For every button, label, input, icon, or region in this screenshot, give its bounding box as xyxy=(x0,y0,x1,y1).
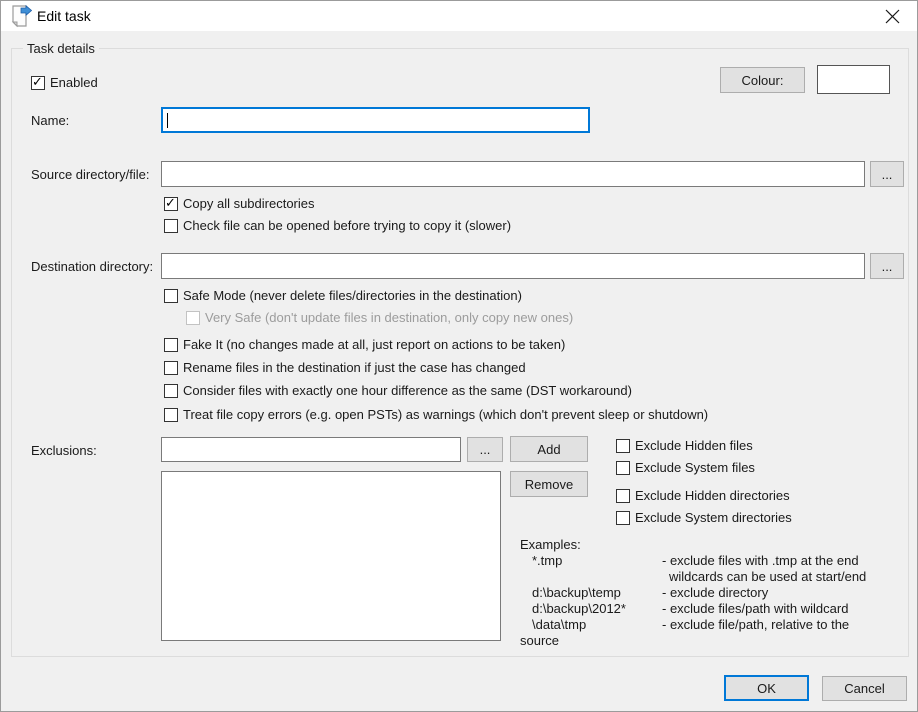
source-browse-button[interactable]: ... xyxy=(870,161,904,187)
text-caret xyxy=(167,113,168,128)
window-title: Edit task xyxy=(37,8,91,24)
checkbox-box xyxy=(164,288,178,303)
checkbox-box xyxy=(164,407,178,422)
name-input[interactable] xyxy=(161,107,590,133)
example-wrap-footer: source xyxy=(520,633,560,648)
checkbox-box xyxy=(186,310,200,325)
cancel-button[interactable]: Cancel xyxy=(822,676,907,701)
checkbox-box xyxy=(164,218,178,233)
example-row: d:\backup\temp - exclude directory xyxy=(532,585,769,600)
example-row: *.tmp - exclude files with .tmp at the en… xyxy=(532,553,859,568)
examples-title: Examples: xyxy=(520,537,581,552)
titlebar: Edit task xyxy=(1,1,917,31)
exclusions-browse-button[interactable]: ... xyxy=(467,437,503,462)
check-file-openable-checkbox[interactable]: Check file can be opened before trying t… xyxy=(164,218,511,233)
copy-subdirectories-checkbox[interactable]: Copy all subdirectories xyxy=(164,196,315,211)
example-row: \data\tmp - exclude file/path, relative t… xyxy=(532,617,850,632)
example-row: d:\backup\2012* - exclude files/path with… xyxy=(532,601,849,616)
checkbox-box xyxy=(164,383,178,398)
enabled-checkbox[interactable]: Enabled xyxy=(31,75,98,90)
rename-case-checkbox[interactable]: Rename files in the destination if just … xyxy=(164,360,526,375)
exclude-hidden-directories-checkbox[interactable]: Exclude Hidden directories xyxy=(616,488,790,503)
checkbox-box xyxy=(616,488,630,503)
checkbox-box xyxy=(164,360,178,375)
safe-mode-checkbox[interactable]: Safe Mode (never delete files/directorie… xyxy=(164,288,522,303)
dst-workaround-checkbox[interactable]: Consider files with exactly one hour dif… xyxy=(164,383,632,398)
ok-button[interactable]: OK xyxy=(724,675,809,701)
very-safe-checkbox: Very Safe (don't update files in destina… xyxy=(186,310,573,325)
checkbox-box xyxy=(164,196,178,211)
exclusions-remove-button[interactable]: Remove xyxy=(510,471,588,497)
checkbox-box xyxy=(616,510,630,525)
destination-input[interactable] xyxy=(161,253,865,279)
destination-label: Destination directory: xyxy=(31,259,154,274)
exclusions-add-button[interactable]: Add xyxy=(510,436,588,462)
close-button[interactable] xyxy=(875,3,909,29)
exclusions-list[interactable] xyxy=(161,471,501,641)
colour-button[interactable]: Colour: xyxy=(720,67,805,93)
source-input[interactable] xyxy=(161,161,865,187)
groupbox-title: Task details xyxy=(23,41,99,56)
example-row: wildcards can be used at start/end xyxy=(669,569,867,584)
treat-errors-checkbox[interactable]: Treat file copy errors (e.g. open PSTs) … xyxy=(164,407,708,422)
checkbox-box xyxy=(616,438,630,453)
source-label: Source directory/file: xyxy=(31,167,150,182)
destination-browse-button[interactable]: ... xyxy=(870,253,904,279)
checkbox-box xyxy=(164,337,178,352)
name-label: Name: xyxy=(31,113,70,128)
exclude-system-files-checkbox[interactable]: Exclude System files xyxy=(616,460,755,475)
exclusions-input[interactable] xyxy=(161,437,461,462)
colour-swatch xyxy=(817,65,890,94)
exclude-system-directories-checkbox[interactable]: Exclude System directories xyxy=(616,510,792,525)
exclude-hidden-files-checkbox[interactable]: Exclude Hidden files xyxy=(616,438,753,453)
checkbox-box xyxy=(616,460,630,475)
exclusions-label: Exclusions: xyxy=(31,443,97,458)
fake-it-checkbox[interactable]: Fake It (no changes made at all, just re… xyxy=(164,337,565,352)
task-document-icon xyxy=(8,4,33,28)
checkbox-box xyxy=(31,75,45,90)
edit-task-dialog: Edit task Task details Enabled Colour: N… xyxy=(0,0,918,712)
close-icon xyxy=(885,9,899,23)
